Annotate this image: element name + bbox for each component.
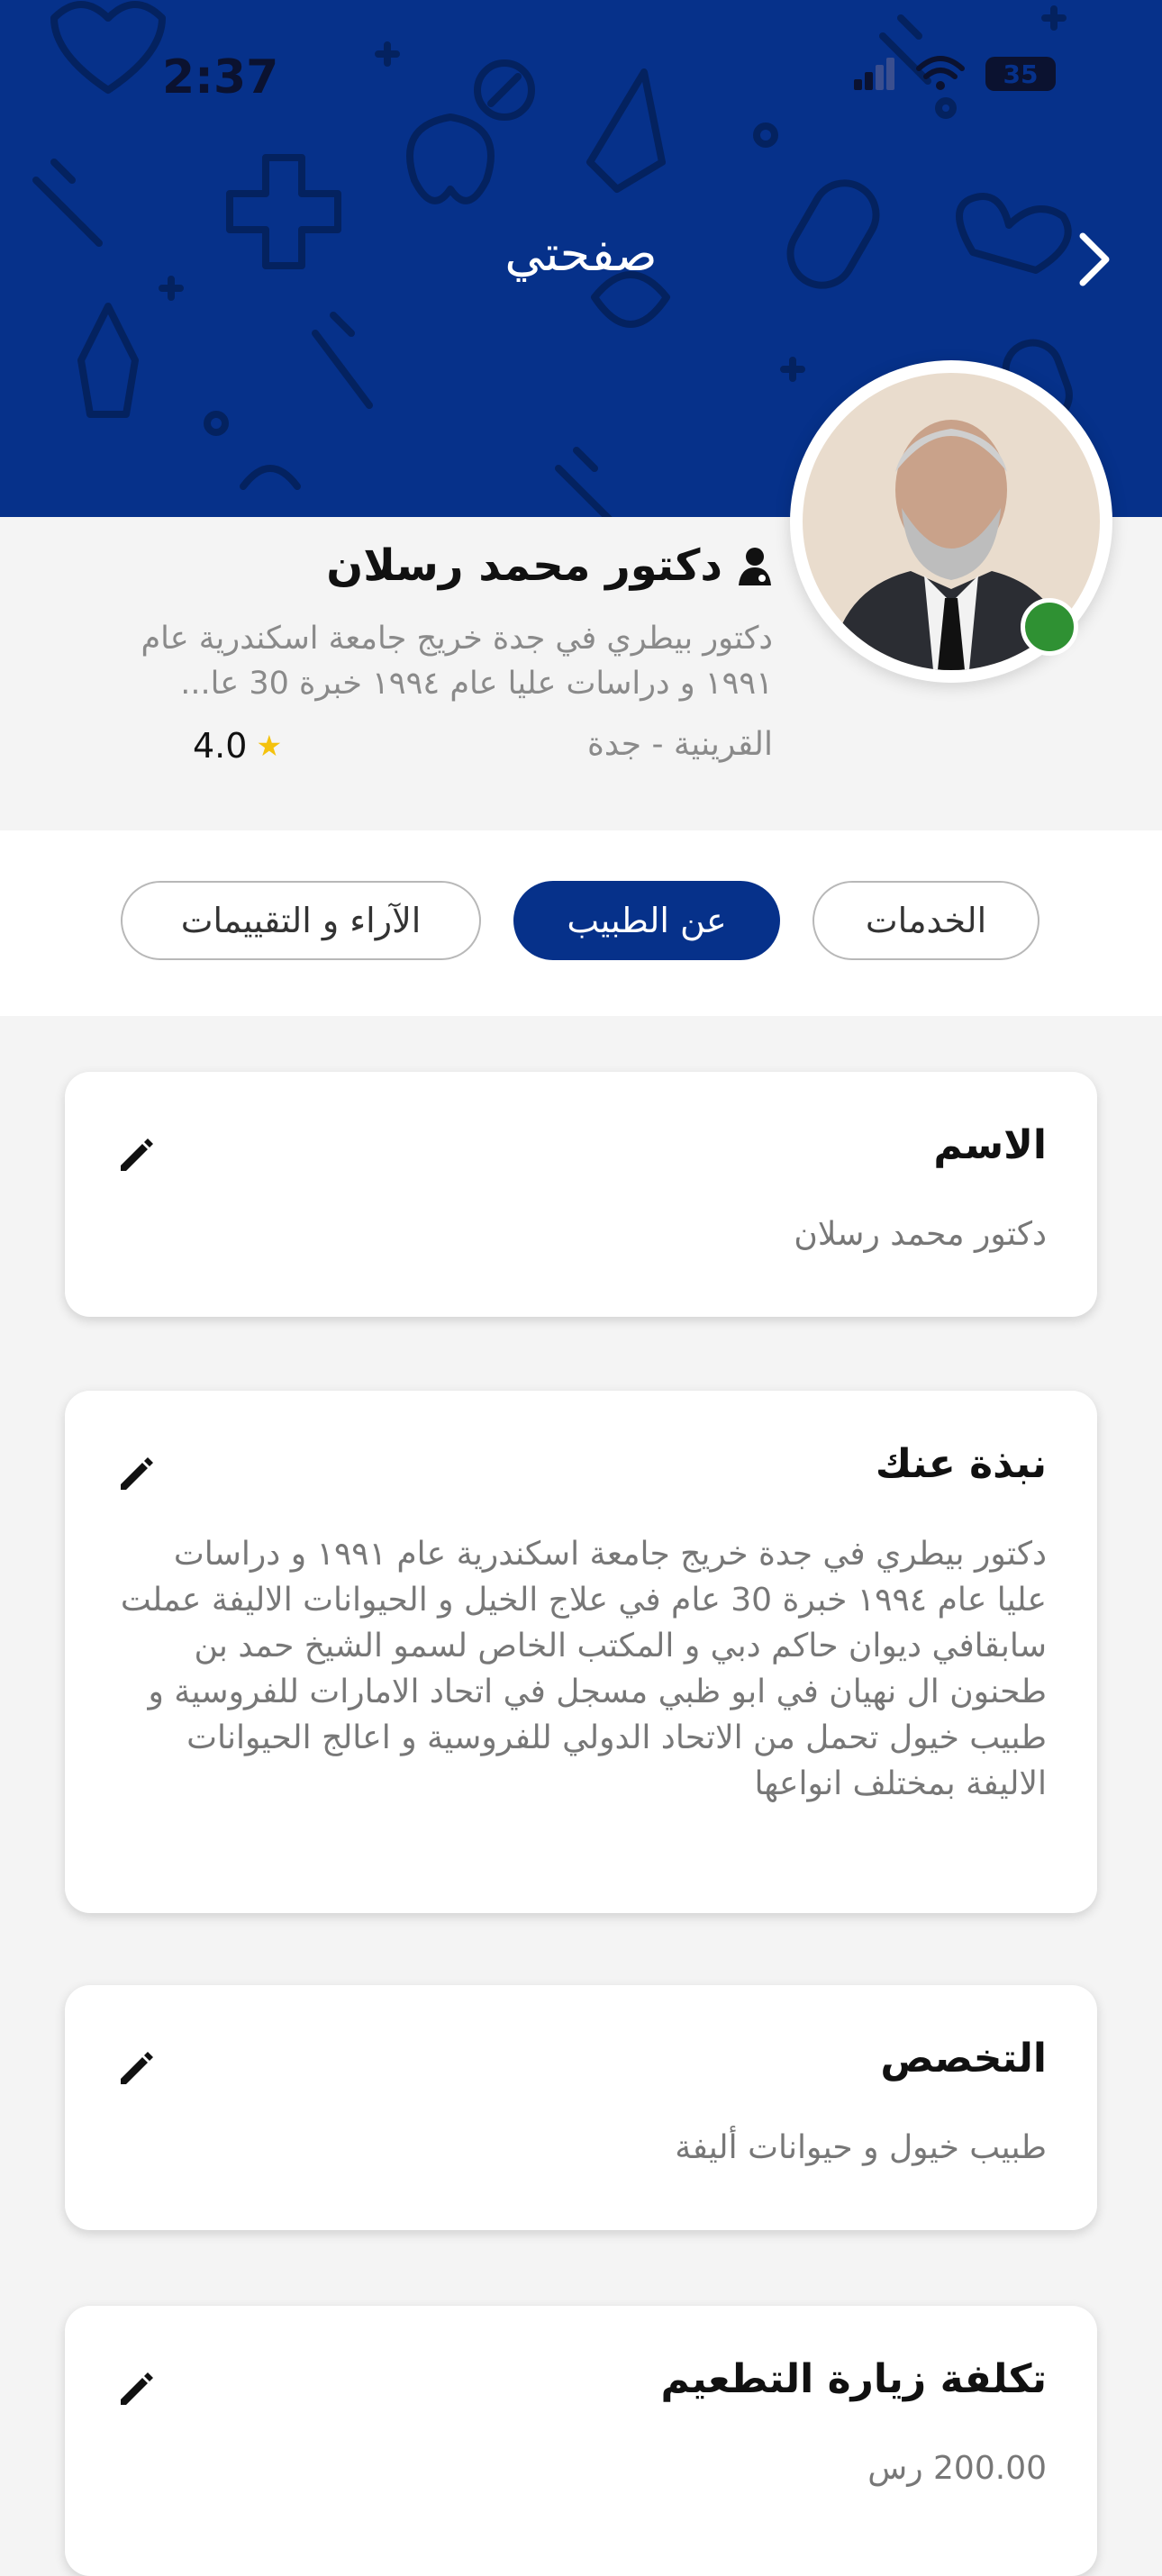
battery-icon: 35	[985, 57, 1056, 91]
edit-pencil-icon[interactable]	[115, 2367, 159, 2410]
card-value: طبيب خيول و حيوانات أليفة	[675, 2129, 1047, 2166]
edit-pencil-icon[interactable]	[115, 2046, 159, 2090]
card-title: نبذة عنك	[875, 1441, 1047, 1487]
card-title: التخصص	[880, 2036, 1047, 2082]
star-icon: ★	[256, 729, 283, 763]
rating-value: 4.0	[193, 726, 248, 766]
about-card: نبذة عنك دكتور بيطري في جدة خريج جامعة ا…	[65, 1391, 1097, 1913]
doctor-rating: 4.0 ★	[193, 726, 282, 766]
tab-about-doctor[interactable]: عن الطبيب	[513, 881, 780, 960]
tabs-bar: الخدمات عن الطبيب الآراء و التقييمات	[0, 830, 1162, 1016]
tab-reviews[interactable]: الآراء و التقييمات	[121, 881, 481, 960]
online-status-indicator	[1021, 598, 1078, 656]
doctor-location: القرينية - جدة	[587, 726, 773, 763]
doctor-bio: دكتور بيطري في جدة خريج جامعة اسكندرية ع…	[141, 621, 773, 702]
tab-services[interactable]: الخدمات	[812, 881, 1039, 960]
vaccination-cost-card: تكلفة زيارة التطعيم 200.00 رس	[65, 2306, 1097, 2576]
card-value: دكتور بيطري في جدة خريج جامعة اسكندرية ع…	[120, 1536, 1047, 1802]
card-title: تكلفة زيارة التطعيم	[660, 2356, 1047, 2402]
card-value: دكتور محمد رسلان	[794, 1216, 1047, 1253]
signal-icon	[854, 58, 894, 90]
back-chevron-icon[interactable]	[1067, 225, 1121, 294]
specialty-card: التخصص طبيب خيول و حيوانات أليفة	[65, 1985, 1097, 2230]
status-icons: 35	[852, 56, 1056, 92]
doctor-name-row: دكتور محمد رسلان	[326, 540, 773, 591]
page-title: صفحتي	[504, 225, 658, 282]
edit-pencil-icon[interactable]	[115, 1452, 159, 1495]
card-value: 200.00 رس	[867, 2450, 1047, 2487]
name-card: الاسم دكتور محمد رسلان	[65, 1072, 1097, 1317]
status-time: 2:37	[162, 50, 279, 104]
edit-pencil-icon[interactable]	[115, 1133, 159, 1176]
card-title: الاسم	[933, 1122, 1047, 1168]
doctor-icon	[739, 548, 771, 585]
wifi-icon	[916, 56, 965, 90]
battery-level: 35	[1003, 59, 1039, 89]
doctor-name: دكتور محمد رسلان	[326, 540, 722, 591]
